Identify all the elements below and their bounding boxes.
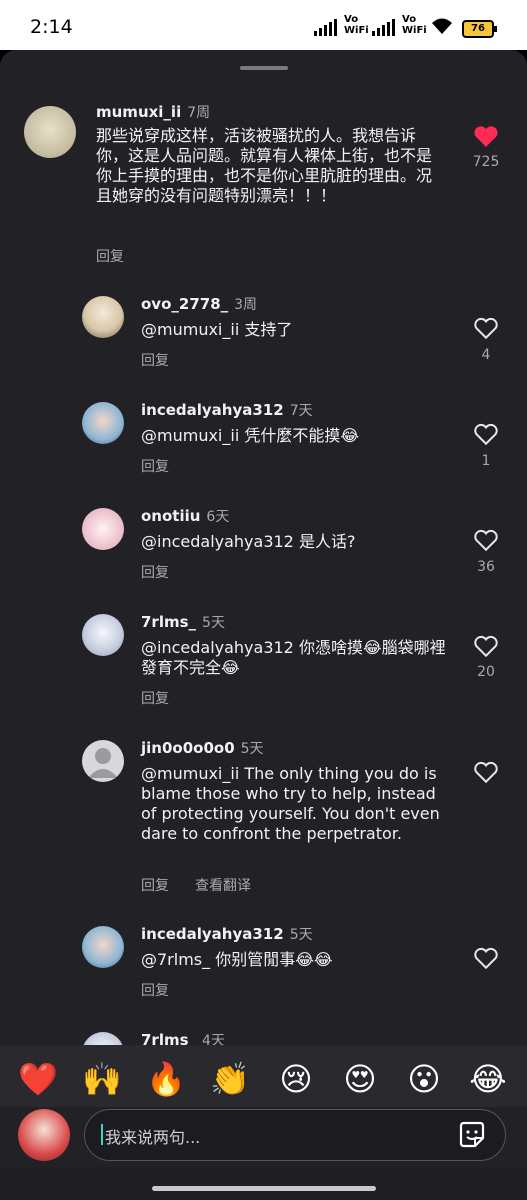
avatar-default[interactable] bbox=[82, 740, 124, 782]
comment-age: 7周 bbox=[187, 105, 211, 121]
emoji-cry-button[interactable]: 😢 bbox=[276, 1059, 316, 1099]
comment-text: @mumuxi_ii The only thing you do is blam… bbox=[141, 764, 440, 843]
comment-username[interactable]: 7rlms_ 5天 bbox=[141, 612, 225, 632]
comment-text: @mumuxi_ii 支持了 bbox=[141, 320, 293, 339]
avatar[interactable] bbox=[24, 106, 76, 158]
home-indicator[interactable] bbox=[152, 1186, 376, 1191]
heart-outline-icon[interactable] bbox=[473, 316, 499, 340]
comment-input-placeholder: 我来说两句... bbox=[105, 1128, 201, 1147]
comment-text: @7rlms_ 你别管閒事😂😂 bbox=[141, 950, 333, 969]
comment-username[interactable]: ovo_2778_ 3周 bbox=[141, 294, 257, 314]
nav-bar bbox=[0, 1167, 527, 1200]
comment-username[interactable]: incedalyahya312 5天 bbox=[141, 924, 313, 944]
see-translation-button[interactable]: 查看翻译 bbox=[195, 875, 251, 895]
reply-button[interactable]: 回复 bbox=[141, 562, 169, 582]
text-caret bbox=[101, 1124, 103, 1145]
comment-text: @mumuxi_ii 凭什麼不能摸😂 bbox=[141, 426, 360, 445]
comment-age: 5天 bbox=[202, 615, 225, 631]
like-count: 36 bbox=[477, 559, 495, 575]
heart-outline-icon[interactable] bbox=[473, 760, 499, 784]
comment-text: 那些说穿成这样，活该被骚扰的人。我想告诉你，这是人品问题。就算有人裸体上街，也不… bbox=[96, 126, 433, 205]
emoji-clap-button[interactable]: 👏 bbox=[210, 1059, 250, 1099]
battery-icon: 76 bbox=[462, 20, 497, 38]
avatar[interactable] bbox=[82, 926, 124, 968]
comment-input-row: 我来说两句... bbox=[0, 1107, 527, 1167]
heart-outline-icon[interactable] bbox=[473, 634, 499, 658]
status-bar: 2:14 Vo WiFi Vo WiFi 76 bbox=[0, 0, 527, 50]
emoji-fire-button[interactable]: 🔥 bbox=[146, 1059, 186, 1099]
reply-button[interactable]: 回复 bbox=[141, 980, 169, 1000]
heart-filled-icon[interactable] bbox=[473, 124, 499, 148]
heart-outline-icon[interactable] bbox=[473, 528, 499, 552]
comment-text: @incedalyahya312 是人话? bbox=[141, 532, 356, 551]
reply-button[interactable]: 回复 bbox=[141, 350, 169, 370]
comment-username[interactable]: mumuxi_ii 7周 bbox=[96, 102, 210, 122]
like-count: 20 bbox=[477, 664, 495, 680]
sticker-icon[interactable] bbox=[457, 1120, 487, 1150]
comments-sheet: mumuxi_ii 7周 那些说穿成这样，活该被骚扰的人。我想告诉你，这是人品问题… bbox=[0, 50, 527, 1200]
wifi-icon bbox=[432, 18, 452, 34]
avatar[interactable] bbox=[82, 296, 124, 338]
signal-icon-2 bbox=[372, 19, 395, 36]
comment-input[interactable]: 我来说两句... bbox=[84, 1109, 506, 1161]
sheet-grab-handle[interactable] bbox=[240, 66, 288, 70]
like-count: 1 bbox=[481, 453, 491, 469]
reply-button[interactable]: 回复 bbox=[141, 688, 169, 708]
avatar[interactable] bbox=[82, 614, 124, 656]
reply-button[interactable]: 回复 bbox=[141, 875, 169, 895]
comment-age: 7天 bbox=[289, 403, 313, 419]
like-count: 4 bbox=[481, 347, 491, 363]
quick-emoji-bar: ❤️ 🙌 🔥 👏 😢 😍 😮 😂 bbox=[0, 1045, 527, 1107]
comment-age: 3周 bbox=[234, 297, 258, 313]
signal-icon bbox=[314, 19, 337, 36]
comment-age: 6天 bbox=[206, 509, 230, 525]
reply-button[interactable]: 回复 bbox=[96, 246, 124, 266]
comment-username[interactable]: onotiiu 6天 bbox=[141, 506, 229, 526]
emoji-laugh-button[interactable]: 😂 bbox=[468, 1059, 508, 1099]
heart-outline-icon[interactable] bbox=[473, 422, 499, 446]
comment-age: 5天 bbox=[289, 927, 313, 943]
comment-text: @incedalyahya312 你憑啥摸😂腦袋哪裡發育不完全😂 bbox=[141, 638, 446, 677]
comment-age: 5天 bbox=[240, 741, 264, 757]
default-user-icon bbox=[88, 748, 118, 778]
my-avatar[interactable] bbox=[18, 1109, 70, 1161]
vowifi-label-2: Vo WiFi bbox=[402, 14, 427, 36]
like-count: 725 bbox=[472, 154, 500, 170]
emoji-surprised-button[interactable]: 😮 bbox=[404, 1059, 444, 1099]
reply-button[interactable]: 回复 bbox=[141, 456, 169, 476]
heart-outline-icon[interactable] bbox=[473, 946, 499, 970]
comment-username[interactable]: jin0o0o0o0 5天 bbox=[141, 738, 264, 758]
vowifi-label: Vo WiFi bbox=[344, 14, 369, 36]
comment-username[interactable]: incedalyahya312 7天 bbox=[141, 400, 313, 420]
avatar[interactable] bbox=[82, 402, 124, 444]
emoji-raising-hands-button[interactable]: 🙌 bbox=[82, 1059, 122, 1099]
avatar[interactable] bbox=[82, 508, 124, 550]
emoji-heart-eyes-button[interactable]: 😍 bbox=[340, 1059, 380, 1099]
emoji-heart-button[interactable]: ❤️ bbox=[18, 1059, 58, 1099]
status-time: 2:14 bbox=[30, 16, 73, 38]
